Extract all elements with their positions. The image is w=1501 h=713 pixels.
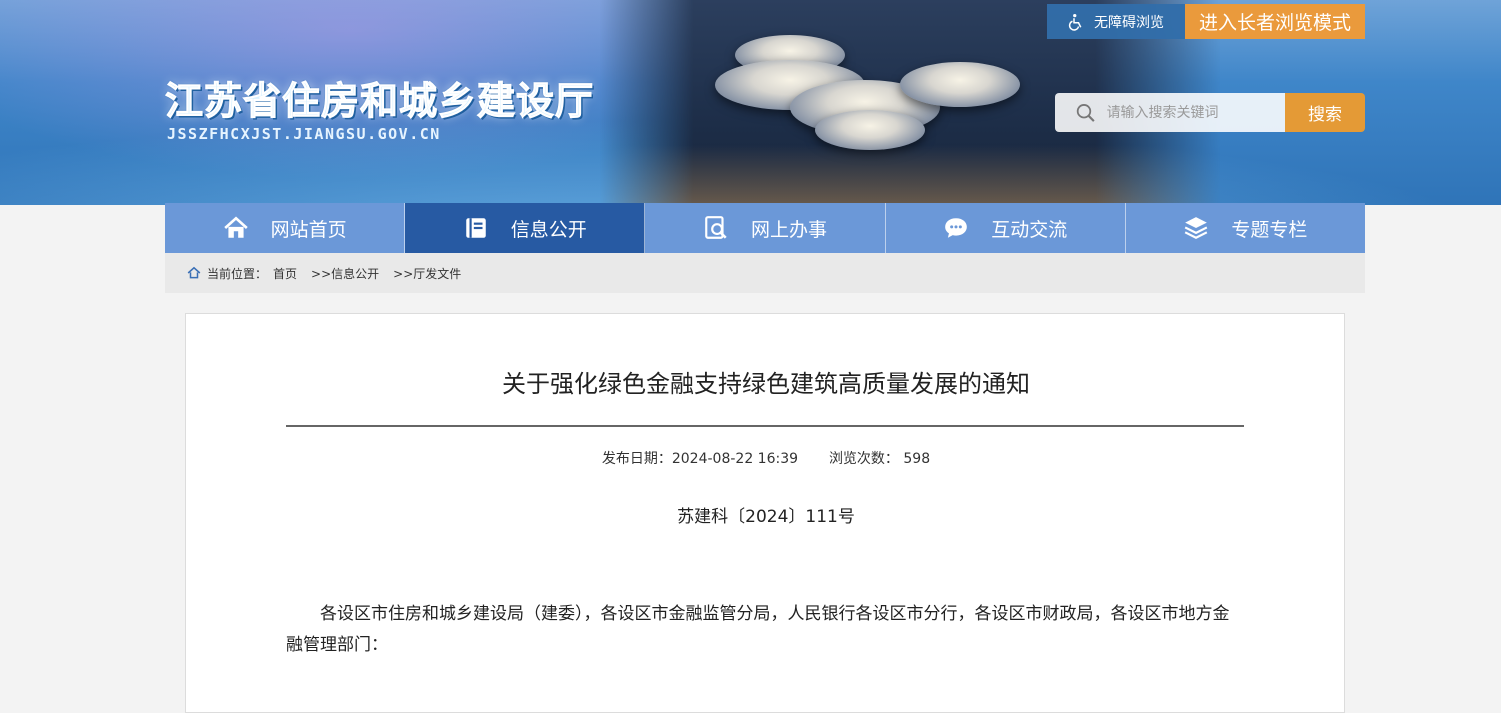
nav-item-interaction[interactable]: 互动交流 <box>885 203 1126 253</box>
wheelchair-icon <box>1068 13 1082 31</box>
article-title: 关于强化绿色金融支持绿色建筑高质量发展的通知 <box>502 370 1030 398</box>
accessibility-button[interactable]: 无障碍浏览 <box>1047 4 1185 39</box>
chat-icon <box>945 218 968 238</box>
article-meta: 发布日期：2024-08-22 16:39 浏览次数： 598 <box>186 448 1346 468</box>
nav-item-label: 互动交流 <box>991 218 1068 241</box>
header-banner: 江苏省住房和城乡建设厅 JSSZFHCXJST.JIANGSU.GOV.CN 无… <box>0 0 1501 205</box>
nav-item-special-topics[interactable]: 专题专栏 <box>1125 203 1366 253</box>
layers-icon <box>1185 217 1208 239</box>
title-divider <box>286 425 1244 427</box>
main-nav: 网站首页 信息公开 网上办事 互动交流 专题专栏 <box>165 203 1366 253</box>
nav-item-label: 专题专栏 <box>1231 218 1308 241</box>
search-input[interactable] <box>1104 103 1285 122</box>
nav-item-online-services[interactable]: 网上办事 <box>645 203 886 253</box>
nav-item-label: 网站首页 <box>270 218 347 241</box>
breadcrumb-item-home[interactable]: 首页 <box>273 265 297 282</box>
search-button[interactable]: 搜索 <box>1285 93 1365 132</box>
site-title[interactable]: 江苏省住房和城乡建设厅 <box>164 70 594 125</box>
article-body: 各设区市住房和城乡建设局（建委），各设区市金融监管分局，人民银行各设区市分行，各… <box>286 604 1230 655</box>
search-box <box>1055 93 1285 132</box>
publish-date: 2024-08-22 16:39 <box>671 451 799 467</box>
view-count: 598 <box>903 451 931 467</box>
book-icon <box>466 218 486 238</box>
home-icon <box>223 216 248 238</box>
breadcrumb: 当前位置： 首页 >>信息公开 >>厅发文件 <box>165 253 1365 293</box>
accessibility-label: 无障碍浏览 <box>1094 14 1164 31</box>
breadcrumb-item-dept-documents[interactable]: >>厅发文件 <box>393 265 461 282</box>
document-search-icon <box>705 216 727 239</box>
publish-date-label: 发布日期： <box>601 451 672 467</box>
site-domain: JSSZFHCXJST.JIANGSU.GOV.CN <box>167 125 441 143</box>
search-icon <box>1076 103 1095 122</box>
breadcrumb-prefix: 当前位置： <box>207 266 268 281</box>
view-count-label: 浏览次数： <box>828 451 899 467</box>
breadcrumb-item-info-disclosure[interactable]: >>信息公开 <box>311 265 379 282</box>
nav-item-label: 信息公开 <box>510 218 587 241</box>
document-number: 苏建科〔2024〕111号 <box>677 507 855 527</box>
nav-item-home[interactable]: 网站首页 <box>165 203 406 253</box>
elder-mode-button[interactable]: 进入长者浏览模式 <box>1185 4 1365 39</box>
article-container: 关于强化绿色金融支持绿色建筑高质量发展的通知 发布日期：2024-08-22 1… <box>185 313 1345 713</box>
nav-item-label: 网上办事 <box>751 218 828 241</box>
nav-item-info-disclosure[interactable]: 信息公开 <box>405 203 646 253</box>
home-icon <box>187 266 201 279</box>
